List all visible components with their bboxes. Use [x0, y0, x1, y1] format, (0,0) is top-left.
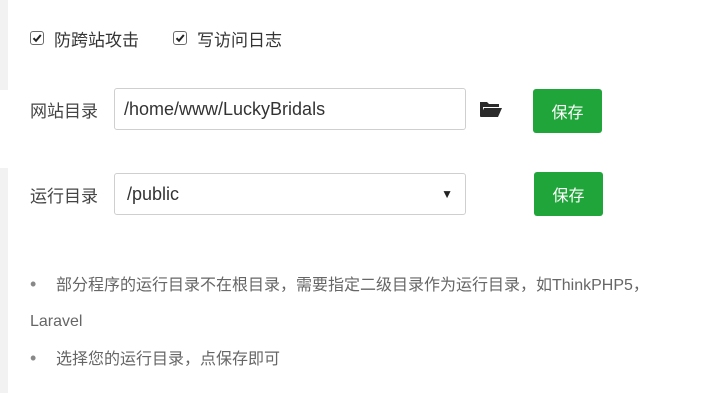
site-dir-label: 网站目录 — [30, 101, 98, 121]
tip-text-continuation: Laravel — [30, 313, 83, 330]
xss-protection-checkbox[interactable]: 防跨站攻击 — [30, 26, 139, 51]
run-dir-select[interactable]: /public ▼ — [114, 173, 466, 215]
options-row: 防跨站攻击 写访问日志 — [30, 26, 316, 50]
bullet-icon: • — [30, 274, 37, 294]
dropdown-arrow-icon: ▼ — [441, 187, 453, 201]
checkbox-checked-icon[interactable] — [173, 31, 187, 45]
checkbox-checked-icon[interactable] — [30, 31, 44, 45]
run-dir-selected-value: /public — [127, 183, 180, 204]
list-item: • 部分程序的运行目录不在根目录，需要指定二级目录作为运行目录，如ThinkPHP… — [30, 266, 720, 304]
access-log-label[interactable]: 写访问日志 — [197, 26, 282, 51]
left-border-strip-bottom — [0, 168, 8, 393]
tips-list: • 部分程序的运行目录不在根目录，需要指定二级目录作为运行目录，如ThinkPHP… — [30, 266, 720, 378]
folder-open-icon[interactable] — [479, 99, 503, 119]
left-border-strip-top — [0, 0, 8, 90]
run-dir-label: 运行目录 — [30, 186, 98, 206]
site-dir-row: 网站目录 — [30, 88, 503, 130]
run-dir-row: 运行目录 /public ▼ — [30, 173, 466, 215]
tip-text: 选择您的运行目录，点保存即可 — [56, 351, 281, 368]
bullet-icon: • — [30, 348, 37, 368]
run-dir-save-button[interactable]: 保存 — [534, 172, 603, 216]
list-item: • 选择您的运行目录，点保存即可 — [30, 340, 720, 378]
xss-protection-label[interactable]: 防跨站攻击 — [54, 26, 139, 51]
list-item-continuation: Laravel — [30, 304, 720, 340]
site-dir-save-button[interactable]: 保存 — [533, 89, 602, 133]
site-dir-input[interactable] — [114, 88, 466, 130]
access-log-checkbox[interactable]: 写访问日志 — [173, 26, 282, 51]
tip-text: 部分程序的运行目录不在根目录，需要指定二级目录作为运行目录，如ThinkPHP5… — [56, 277, 649, 294]
